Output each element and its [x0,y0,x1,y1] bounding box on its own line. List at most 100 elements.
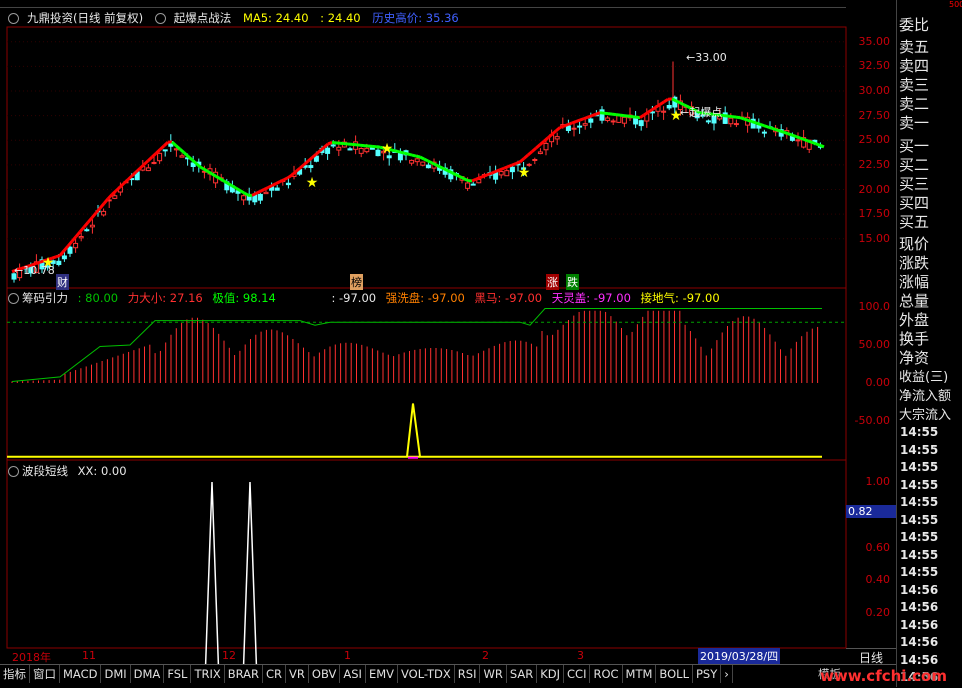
trend-segment [592,114,596,115]
top-number: 500 [949,0,962,9]
panel2-header: 筹码引力 : 80.00 力大小: 27.16 极值: 98.14 : -97.… [8,290,720,306]
trend-segment [776,130,780,131]
tab-boll[interactable]: BOLL [656,665,693,683]
date-label: 12 [222,649,236,662]
candle [426,165,430,168]
trend-segment [180,149,184,153]
chart-canvas[interactable]: ★★★★★ [0,0,896,664]
trend-segment [820,145,824,146]
price-tick: 22.50 [859,158,891,171]
candle [499,172,503,175]
tab-roc[interactable]: ROC [590,665,622,683]
tick-time: 14:56 [900,618,938,632]
candle [510,167,514,171]
tab-kdj[interactable]: KDJ [537,665,564,683]
trend-segment [524,155,528,158]
tab-macd[interactable]: MACD [60,665,101,683]
candle [74,243,78,247]
tab-fsl[interactable]: FSL [164,665,191,683]
trend-segment [756,123,760,124]
tag-cai[interactable]: 财 [56,274,69,290]
tag-bang[interactable]: 榜 [350,274,363,290]
tab-cci[interactable]: CCI [564,665,590,683]
trend-segment [676,101,680,103]
tab-窗口[interactable]: 窗口 [30,665,60,683]
tick-time: 14:55 [900,513,938,527]
panel2-menu-icon[interactable] [8,293,19,304]
trend-segment [212,174,216,176]
candle [264,192,268,193]
buy-level: 买三 [899,173,929,194]
trend-segment [492,171,496,173]
trend-segment [664,99,668,102]
trend-segment [552,131,556,134]
trend-segment [164,142,168,146]
trend-segment [104,199,108,204]
trend-segment [660,102,664,105]
price-tick: 35.00 [859,35,891,48]
panel3-title[interactable]: 波段短线 [22,464,68,478]
trend-segment [464,179,468,181]
tab-obv[interactable]: OBV [309,665,340,683]
tab-scroll-right-icon[interactable]: › [721,665,733,683]
current-date-cursor: 2019/03/28/四 [698,648,780,664]
tab-dma[interactable]: DMA [131,665,165,683]
candle [113,196,117,199]
quote-panel: 500 委比 卖五卖四卖三卖二卖一买一买二买三买四买五现价涨跌涨幅总量外盘换手净… [896,0,962,687]
candle [544,143,548,149]
trend-segment [764,126,768,127]
yellow-spike [407,404,420,457]
trend-segment [512,164,516,166]
tab-brar[interactable]: BRAR [225,665,263,683]
tick-time: 14:55 [900,530,938,544]
tab-cr[interactable]: CR [263,665,286,683]
tab-wr[interactable]: WR [480,665,506,683]
trend-segment [516,162,520,164]
tick-time: 14:56 [900,600,938,614]
date-label: 3 [577,649,584,662]
panel2-v1: : 80.00 [78,291,118,305]
candle [242,196,246,200]
trend-segment [236,188,240,190]
tab-dmi[interactable]: DMI [101,665,130,683]
tag-zhang[interactable]: 涨 [546,274,559,290]
trend-segment [584,117,588,118]
trend-segment [816,144,820,145]
tab-sar[interactable]: SAR [507,665,537,683]
candle [85,230,89,231]
trend-segment [740,118,744,119]
trend-segment [672,99,676,101]
tab-rsi[interactable]: RSI [455,665,481,683]
trend-segment [204,169,208,171]
tab-trix[interactable]: TRIX [191,665,224,683]
candle [359,149,363,154]
tab-指标[interactable]: 指标 [0,665,30,683]
ratio-label: 委比 [899,14,929,35]
tick-time: 14:56 [900,583,938,597]
candle [331,145,335,146]
panel3-menu-icon[interactable] [8,466,19,477]
trend-segment [424,159,428,161]
panel3-current-value: 0.82 [846,505,896,518]
sell-level: 卖二 [899,93,929,114]
trend-segment [224,181,228,183]
panel2-title[interactable]: 筹码引力 [22,291,68,305]
trend-segment [200,167,204,169]
tag-die[interactable]: 跌 [566,274,579,290]
candle [706,121,710,122]
candle [583,124,587,126]
tab-vr[interactable]: VR [286,665,309,683]
buy-level: 买五 [899,211,929,232]
tab-asi[interactable]: ASI [340,665,366,683]
tab-psy[interactable]: PSY [693,665,721,683]
stat-label: 总量 [899,290,929,311]
trend-segment [760,124,764,125]
sell-level: 卖五 [899,36,929,57]
period-selector[interactable]: 日线 [846,648,896,665]
tab-mtm[interactable]: MTM [623,665,657,683]
stat-label: 涨幅 [899,271,929,292]
tab-emv[interactable]: EMV [366,665,398,683]
tab-vol-tdx[interactable]: VOL-TDX [398,665,455,683]
trend-segment [472,179,476,181]
stat-label: 外盘 [899,309,929,330]
